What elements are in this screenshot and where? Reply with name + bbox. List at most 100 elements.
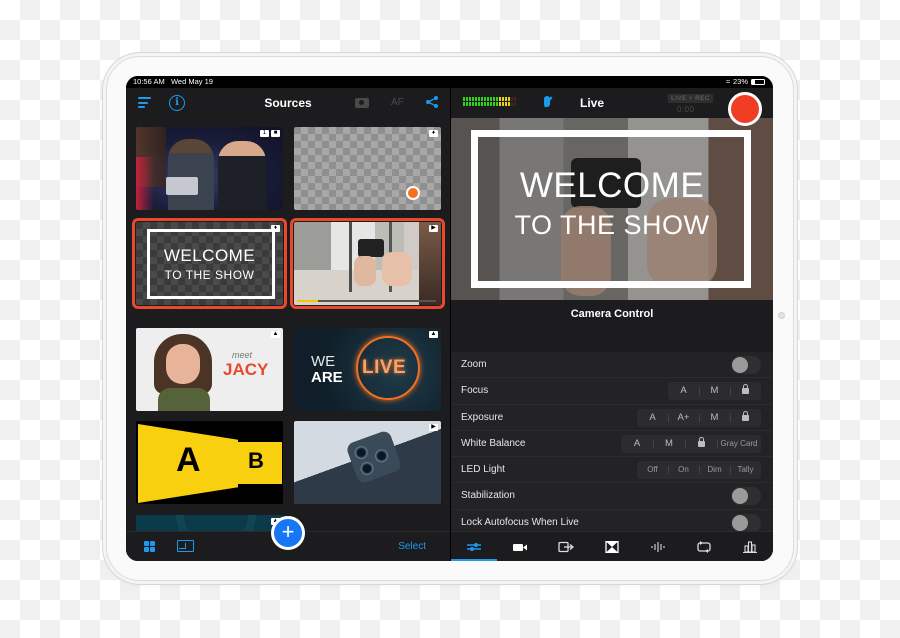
transition-icon	[605, 540, 619, 553]
meet-text: meet	[232, 350, 253, 360]
led-dim[interactable]: Dim	[699, 461, 730, 479]
live-toolbar	[451, 531, 773, 561]
wb-manual[interactable]: M	[653, 435, 685, 453]
host-left	[168, 139, 214, 210]
row-label: Focus	[461, 385, 489, 397]
phone	[358, 239, 384, 257]
row-label: LED Light	[461, 464, 505, 476]
layout-icon[interactable]	[177, 540, 194, 552]
sliders-icon	[467, 542, 481, 551]
switch-camera-icon	[697, 540, 711, 553]
status-time: 10:56 AM Wed May 19	[133, 77, 213, 86]
share-icon[interactable]	[425, 95, 439, 109]
white-balance-segmented-control: A M Gray Card	[621, 434, 761, 453]
are-text: ARE	[311, 369, 343, 386]
led-on[interactable]: On	[668, 461, 699, 479]
video-progress-bar	[297, 300, 436, 302]
jacy-text: JACY	[223, 360, 269, 379]
source-tile-camera-hosts[interactable]: 1 ■	[136, 127, 283, 210]
image-icon: ▲	[429, 331, 438, 338]
focus-manual[interactable]: M	[699, 382, 730, 400]
layers-icon: ♦	[271, 225, 280, 232]
laptop	[166, 177, 198, 195]
source-tile-we-are-live[interactable]: WE ARE LIVE ▲	[294, 328, 441, 411]
welcome-line2: TO THE SHOW	[164, 268, 255, 282]
tab-output[interactable]	[543, 532, 589, 561]
preview-welcome-line2: TO THE SHOW	[514, 210, 710, 240]
wifi-icon: ≈	[725, 77, 730, 86]
add-source-button[interactable]: +	[271, 516, 305, 550]
exposure-auto-plus[interactable]: A+	[668, 409, 699, 427]
source-tile-video-phone-rig[interactable]: ▶	[290, 218, 445, 309]
lock-icon	[742, 384, 749, 395]
grid-view-icon[interactable]	[144, 541, 155, 552]
tab-switch-camera[interactable]	[681, 532, 727, 561]
output-icon	[558, 541, 574, 552]
row-zoom: Zoom	[451, 352, 773, 379]
led-tally[interactable]: Tally	[730, 461, 761, 479]
source-tile-phone-camera[interactable]: ▶	[294, 421, 441, 504]
row-stabilization: Stabilization	[451, 483, 773, 510]
record-button[interactable]	[728, 92, 762, 126]
tab-camera[interactable]	[497, 532, 543, 561]
exposure-manual[interactable]: M	[699, 409, 730, 427]
autofocus-button[interactable]: AF	[391, 97, 404, 108]
bar-chart-icon	[743, 540, 757, 553]
audio-wave-icon	[651, 541, 665, 552]
lock-icon	[697, 436, 705, 447]
preview-title-frame	[471, 130, 751, 288]
preview-welcome-line1: WELCOME	[519, 166, 705, 205]
camera-bump	[345, 429, 403, 485]
camera-control-title: Camera Control	[570, 308, 654, 320]
tab-stats[interactable]	[727, 532, 773, 561]
row-exposure: Exposure A A+ M	[451, 404, 773, 431]
stabilization-toggle[interactable]	[731, 487, 761, 506]
status-right: ≈ 23%	[726, 76, 765, 88]
row-led-light: LED Light Off On Dim Tally	[451, 457, 773, 484]
focus-segmented-control: A M	[668, 382, 761, 401]
row-white-balance: White Balance A M Gray Card	[451, 430, 773, 458]
wb-gray-card[interactable]: Gray Card	[717, 435, 761, 453]
battery-icon	[751, 79, 765, 85]
tab-adjustments[interactable]	[451, 532, 497, 561]
we-text: WE	[311, 353, 336, 370]
b-letter: B	[248, 448, 264, 473]
camera-number-badge: 1	[260, 130, 269, 137]
tab-transitions[interactable]	[589, 532, 635, 561]
select-button[interactable]: Select	[398, 541, 426, 552]
exposure-auto[interactable]: A	[637, 409, 668, 427]
source-tile-logo-overlay[interactable]: ♦	[294, 127, 441, 210]
source-tile-meet-jacy[interactable]: meet JACY ▲	[136, 328, 283, 411]
row-label: Zoom	[461, 359, 487, 370]
video-camera-icon: ■	[271, 130, 280, 137]
camera-icon[interactable]	[355, 98, 369, 108]
led-off[interactable]: Off	[637, 461, 668, 479]
logo-icon	[406, 186, 420, 200]
app-screen: 10:56 AM Wed May 19 ≈ 23% i Sources AF 1	[126, 76, 773, 561]
row-label: Exposure	[461, 411, 504, 423]
focus-auto[interactable]: A	[668, 382, 699, 400]
battery-percent: 23%	[732, 77, 748, 86]
source-tile-welcome-overlay[interactable]: WELCOME TO THE SHOW ♦	[132, 218, 287, 309]
source-tile-ab-graphic[interactable]: A B	[136, 421, 283, 504]
focus-lock[interactable]	[730, 382, 761, 400]
play-icon: ▶	[429, 225, 438, 232]
led-light-segmented-control: Off On Dim Tally	[637, 461, 761, 480]
camera-control-list: Zoom Focus A M Exposure A A+ M White Bal…	[451, 352, 773, 537]
sources-panel: i Sources AF 1 ■ ♦ WELCOME TO THE SHOW ♦…	[126, 88, 450, 561]
live-header: Live LIVE + REC 0:00	[451, 88, 773, 126]
sources-toolbar: + Select	[126, 516, 450, 561]
host-right	[218, 141, 266, 210]
exposure-lock[interactable]	[730, 409, 761, 427]
image-icon: ▲	[271, 331, 280, 338]
welcome-line1: WELCOME	[163, 246, 256, 265]
tab-audio[interactable]	[635, 532, 681, 561]
layers-icon: ♦	[429, 130, 438, 137]
wb-lock[interactable]	[685, 435, 717, 453]
wb-auto[interactable]: A	[621, 435, 653, 453]
zoom-toggle[interactable]	[731, 356, 761, 374]
lock-autofocus-toggle[interactable]	[731, 513, 761, 532]
live-panel: Live LIVE + REC 0:00 WELCOME TO THE SHOW…	[451, 88, 773, 561]
row-label: Lock Autofocus When Live	[461, 516, 579, 528]
live-preview: WELCOME TO THE SHOW	[451, 118, 773, 300]
